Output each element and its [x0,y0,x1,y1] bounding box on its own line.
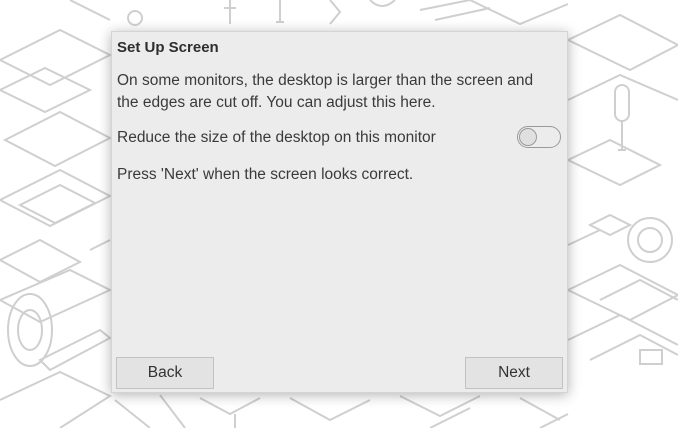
setup-screen-dialog: Set Up Screen On some monitors, the desk… [111,31,568,393]
reduce-desktop-label: Reduce the size of the desktop on this m… [117,129,436,146]
dialog-description: On some monitors, the desktop is larger … [117,72,534,111]
reduce-desktop-toggle[interactable] [517,126,561,148]
toggle-knob [519,128,537,146]
dialog-title: Set Up Screen [117,39,219,56]
next-hint-text: Press 'Next' when the screen looks corre… [117,166,414,183]
reduce-desktop-setting: Reduce the size of the desktop on this m… [117,126,561,152]
next-button[interactable]: Next [465,357,563,389]
back-button[interactable]: Back [116,357,214,389]
